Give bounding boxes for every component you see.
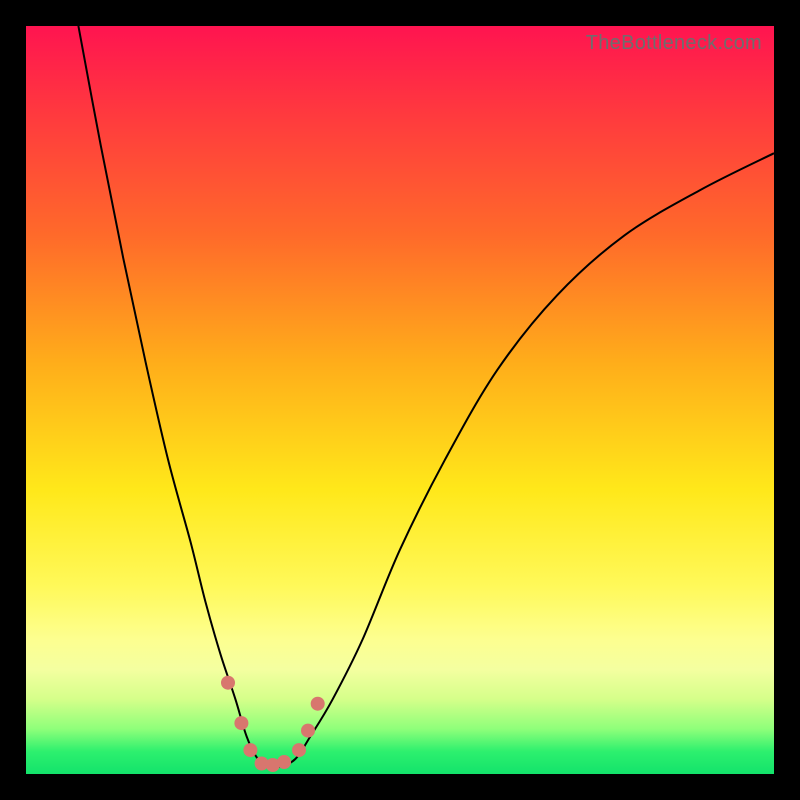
highlight-dot bbox=[255, 757, 269, 771]
highlight-dot bbox=[221, 676, 235, 690]
highlight-dot bbox=[311, 697, 325, 711]
watermark-text: TheBottleneck.com bbox=[586, 32, 762, 55]
chart-frame: TheBottleneck.com bbox=[26, 26, 774, 774]
marker-group bbox=[221, 676, 325, 772]
bottleneck-curve bbox=[78, 26, 774, 767]
highlight-dot bbox=[301, 724, 315, 738]
highlight-dot bbox=[292, 743, 306, 757]
highlight-dot bbox=[266, 758, 280, 772]
highlight-dot bbox=[243, 743, 257, 757]
highlight-dot bbox=[234, 716, 248, 730]
chart-svg bbox=[26, 26, 774, 774]
highlight-dot bbox=[277, 755, 291, 769]
